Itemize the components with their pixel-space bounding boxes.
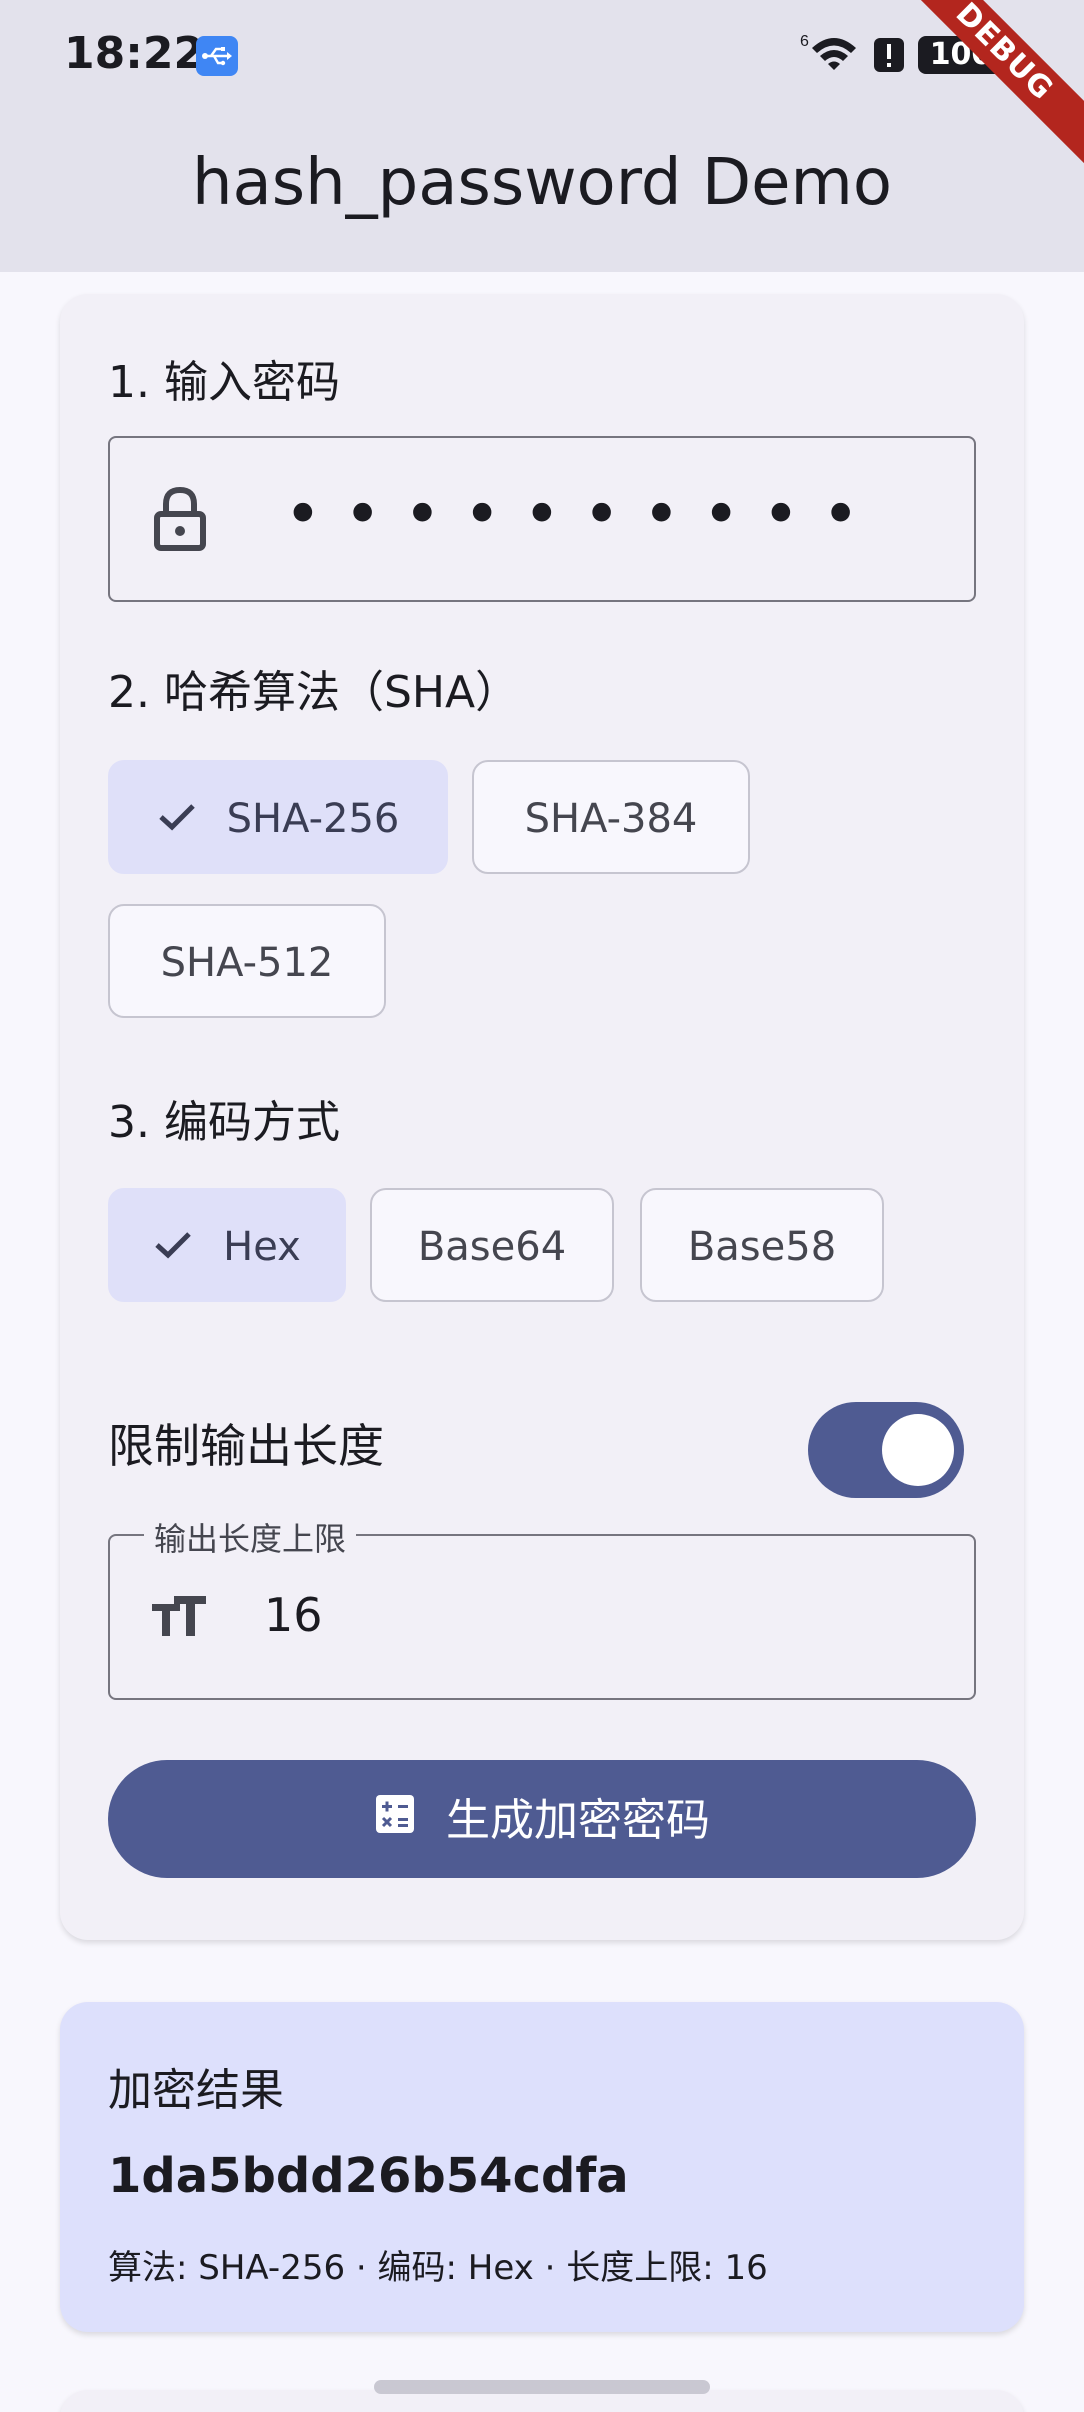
chip-label: SHA-256 — [226, 796, 400, 842]
generate-button-label: 生成加密密码 — [446, 1795, 710, 1846]
home-indicator[interactable] — [374, 2380, 710, 2394]
calculate-icon — [374, 1762, 416, 1880]
chip-label: Hex — [223, 1224, 301, 1270]
text-size-icon — [150, 1594, 208, 1642]
chip-label: Base64 — [417, 1224, 567, 1270]
switch-knob — [882, 1414, 954, 1486]
alert-icon — [872, 36, 906, 74]
chip-label: Base58 — [687, 1224, 837, 1270]
generate-button[interactable]: 生成加密密码 — [108, 1760, 976, 1878]
check-icon — [153, 1192, 193, 1302]
chip-label: SHA-512 — [160, 940, 334, 986]
chip-sha-256[interactable]: SHA-256 — [108, 760, 448, 874]
chip-base58[interactable]: Base58 — [640, 1188, 884, 1302]
result-meta: 算法: SHA-256 · 编码: Hex · 长度上限: 16 — [108, 2248, 768, 2288]
top-bar: 18:22 6 100 hash_password Demo — [0, 0, 1084, 272]
settings-card: 1. 输入密码 •••••••••• 2. 哈希算法（SHA） SHA-256 … — [60, 294, 1024, 1940]
length-field-label: 输出长度上限 — [144, 1514, 357, 1560]
step2-label: 2. 哈希算法（SHA） — [108, 667, 520, 718]
length-value: 16 — [264, 1588, 323, 1642]
limit-length-switch[interactable] — [808, 1402, 964, 1498]
chip-sha-384[interactable]: SHA-384 — [472, 760, 750, 874]
password-input[interactable]: •••••••••• — [108, 436, 976, 602]
result-hash: 1da5bdd26b54cdfa — [108, 2148, 629, 2204]
password-mask: •••••••••• — [284, 478, 882, 552]
status-time: 18:22 — [64, 28, 205, 79]
check-icon — [157, 764, 197, 874]
chip-base64[interactable]: Base64 — [370, 1188, 614, 1302]
step3-label: 3. 编码方式 — [108, 1097, 340, 1148]
length-limit-input[interactable]: 输出长度上限 16 — [108, 1514, 976, 1700]
chip-label: SHA-384 — [524, 796, 698, 842]
svg-text:6: 6 — [800, 33, 809, 50]
usb-icon — [196, 36, 238, 76]
chip-hex[interactable]: Hex — [108, 1188, 346, 1302]
status-bar: 18:22 6 100 — [0, 0, 1084, 110]
chip-sha-512[interactable]: SHA-512 — [108, 904, 386, 1018]
step1-label: 1. 输入密码 — [108, 357, 340, 408]
page-title: hash_password Demo — [191, 146, 893, 220]
result-card: 加密结果 1da5bdd26b54cdfa 算法: SHA-256 · 编码: … — [60, 2002, 1024, 2332]
lock-icon — [152, 486, 208, 556]
limit-length-label: 限制输出长度 — [108, 1419, 384, 1473]
result-title: 加密结果 — [108, 2065, 284, 2116]
wifi-icon: 6 — [800, 30, 860, 80]
